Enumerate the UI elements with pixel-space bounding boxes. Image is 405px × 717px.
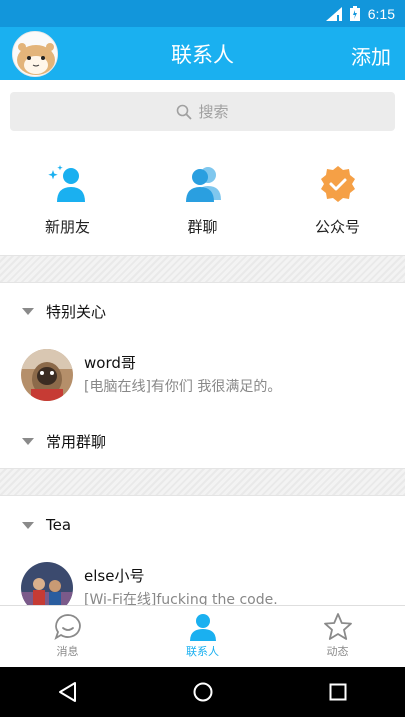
tab-label: 动态	[326, 645, 349, 658]
official-account-icon	[320, 166, 355, 202]
search-input[interactable]: 搜索	[10, 92, 395, 131]
page-title: 联系人	[171, 43, 234, 67]
new-friend-button[interactable]: 新朋友	[0, 142, 135, 255]
contact-name: word哥	[84, 354, 136, 372]
search-section: 搜索	[0, 80, 405, 142]
section-divider	[0, 468, 405, 496]
search-icon	[177, 104, 193, 120]
add-button[interactable]: 添加	[351, 41, 391, 70]
signal-icon	[325, 6, 342, 21]
group-title: 特别关心	[46, 302, 107, 321]
bottom-tab-bar: 消息 联系人 动态	[0, 605, 405, 667]
group-header-frequent[interactable]: 常用群聊	[0, 421, 405, 461]
official-account-button[interactable]: 公众号	[270, 142, 405, 255]
tab-feed[interactable]: 动态	[270, 606, 405, 667]
status-bar: 6:15	[0, 0, 405, 27]
tab-messages[interactable]: 消息	[0, 606, 135, 667]
group-chat-button[interactable]: 群聊	[135, 142, 270, 255]
contact-row[interactable]: word哥 [电脑在线]有你们 我很满足的。	[0, 343, 405, 407]
home-icon[interactable]	[192, 681, 214, 703]
search-placeholder: 搜索	[198, 103, 229, 121]
section-divider	[0, 255, 405, 283]
contact-avatar	[21, 349, 73, 401]
clock: 6:15	[367, 5, 395, 22]
back-icon[interactable]	[57, 681, 79, 703]
tab-contacts[interactable]: 联系人	[135, 606, 270, 667]
tab-label: 消息	[56, 645, 79, 658]
message-icon	[53, 614, 81, 641]
group-title: Tea	[46, 516, 72, 534]
quick-actions: 新朋友 群聊 公众号	[0, 142, 405, 255]
recents-icon[interactable]	[327, 681, 349, 703]
system-nav-bar	[0, 667, 405, 717]
official-account-label: 公众号	[314, 218, 360, 236]
new-friend-icon	[47, 165, 85, 202]
collapse-triangle-icon	[22, 437, 34, 445]
tab-label: 联系人	[186, 645, 219, 658]
group-title: 常用群聊	[46, 432, 107, 451]
group-header-tea[interactable]: Tea	[0, 505, 405, 545]
collapse-triangle-icon	[22, 307, 34, 315]
app-bar: 联系人 添加	[0, 27, 405, 80]
group-header-special[interactable]: 特别关心	[0, 291, 405, 331]
group-chat-label: 群聊	[187, 218, 218, 236]
collapse-triangle-icon	[22, 521, 34, 529]
contacts-icon	[189, 614, 216, 641]
contact-status: [电脑在线]有你们 我很满足的。	[84, 379, 282, 395]
star-icon	[323, 613, 352, 640]
group-chat-icon	[185, 167, 221, 202]
contact-name: else小号	[84, 567, 145, 585]
battery-icon	[349, 6, 360, 21]
new-friend-label: 新朋友	[44, 218, 90, 236]
